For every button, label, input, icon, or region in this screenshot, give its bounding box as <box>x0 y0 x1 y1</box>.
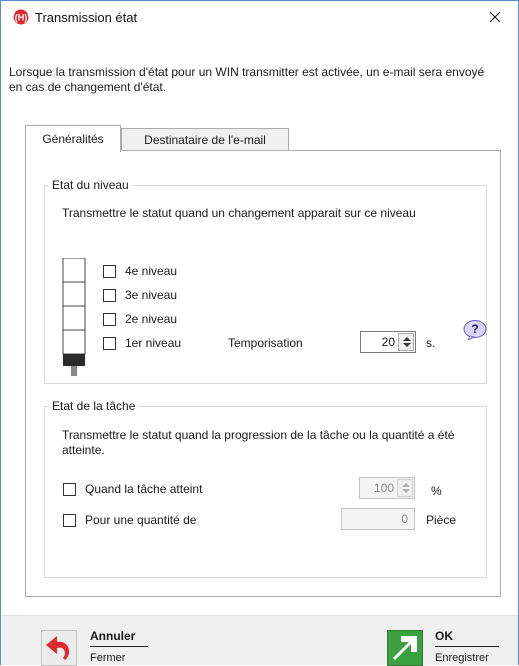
svg-text:?: ? <box>471 322 478 336</box>
level-status-group: Etat du niveau Transmettre le statut qua… <box>44 178 487 384</box>
ok-underline <box>435 646 499 647</box>
delay-spin-arrows[interactable] <box>398 333 414 351</box>
level-group-legend: Etat du niveau <box>49 178 132 192</box>
delay-value[interactable]: 20 <box>382 335 395 349</box>
task-reach-checkbox[interactable] <box>63 483 76 496</box>
close-button[interactable] <box>472 1 518 32</box>
task-reach-spinner[interactable]: 100 <box>359 477 415 499</box>
quantity-label: Pour une quantité de <box>85 513 197 527</box>
ok-label[interactable]: OK <box>435 629 453 643</box>
footer-bar: Annuler Fermer OK Enregistrer <box>1 615 518 666</box>
tab-email-recipient[interactable]: Destinataire de l'e-mail <box>121 128 289 151</box>
level-4-label: 4e niveau <box>125 264 178 278</box>
spin-down-icon[interactable] <box>402 489 410 493</box>
cancel-button[interactable]: Annuler Fermer <box>41 626 151 666</box>
spin-up-icon[interactable] <box>403 337 411 341</box>
close-icon[interactable] <box>489 11 501 23</box>
tab-general[interactable]: Généralités <box>25 125 121 152</box>
level-group-text: Transmettre le statut quand un changemen… <box>62 206 416 220</box>
title-bar: ((H)) Transmission état <box>1 1 518 32</box>
level-2-checkbox[interactable] <box>103 313 116 326</box>
svg-text:((H)): ((H)) <box>13 13 29 23</box>
task-reach-value[interactable]: 100 <box>374 481 394 495</box>
level-1-checkbox[interactable] <box>103 337 116 350</box>
spin-down-icon[interactable] <box>403 343 411 347</box>
task-reach-spin-arrows[interactable] <box>397 479 413 497</box>
undo-arrow-icon[interactable] <box>41 630 77 666</box>
cancel-label[interactable]: Annuler <box>90 629 135 643</box>
level-3-label: 3e niveau <box>125 288 178 302</box>
delay-spinner[interactable]: 20 <box>360 331 416 353</box>
task-reach-unit: % <box>431 484 442 498</box>
question-bubble-icon[interactable]: ? <box>463 320 487 340</box>
ok-sub-label[interactable]: Enregistrer <box>435 652 489 664</box>
quantity-field[interactable]: 0 <box>341 508 415 530</box>
quantity-unit: Pièce <box>426 513 457 527</box>
spin-up-icon[interactable] <box>402 483 410 487</box>
quantity-checkbox[interactable] <box>63 514 76 527</box>
tab-panel-general: Etat du niveau Transmettre le statut qua… <box>25 150 501 597</box>
cancel-sub-label[interactable]: Fermer <box>90 652 125 664</box>
level-2-label: 2e niveau <box>125 312 178 326</box>
task-group-legend: Etat de la tâche <box>49 399 139 413</box>
level-3-checkbox[interactable] <box>103 289 116 302</box>
ok-button[interactable]: OK Enregistrer <box>387 626 502 666</box>
dialog-window: ((H)) Transmission état Lorsque la trans… <box>0 0 519 666</box>
delay-label: Temporisation <box>228 336 303 350</box>
quantity-value[interactable]: 0 <box>401 512 408 527</box>
signal-tower-icon <box>62 258 86 376</box>
save-arrow-icon[interactable] <box>387 630 423 666</box>
app-logo-icon: ((H)) <box>13 9 29 25</box>
task-reach-label: Quand la tâche atteint <box>85 482 203 496</box>
delay-unit: s. <box>426 336 436 350</box>
task-status-group: Etat de la tâche Transmettre le statut q… <box>44 399 487 578</box>
level-1-label: 1er niveau <box>125 336 182 350</box>
level-4-checkbox[interactable] <box>103 265 116 278</box>
window-title: Transmission état <box>35 10 138 25</box>
description-text: Lorsque la transmission d'état pour un W… <box>9 65 485 94</box>
cancel-underline <box>90 646 148 647</box>
task-group-text: Transmettre le statut quand la progressi… <box>62 428 455 457</box>
